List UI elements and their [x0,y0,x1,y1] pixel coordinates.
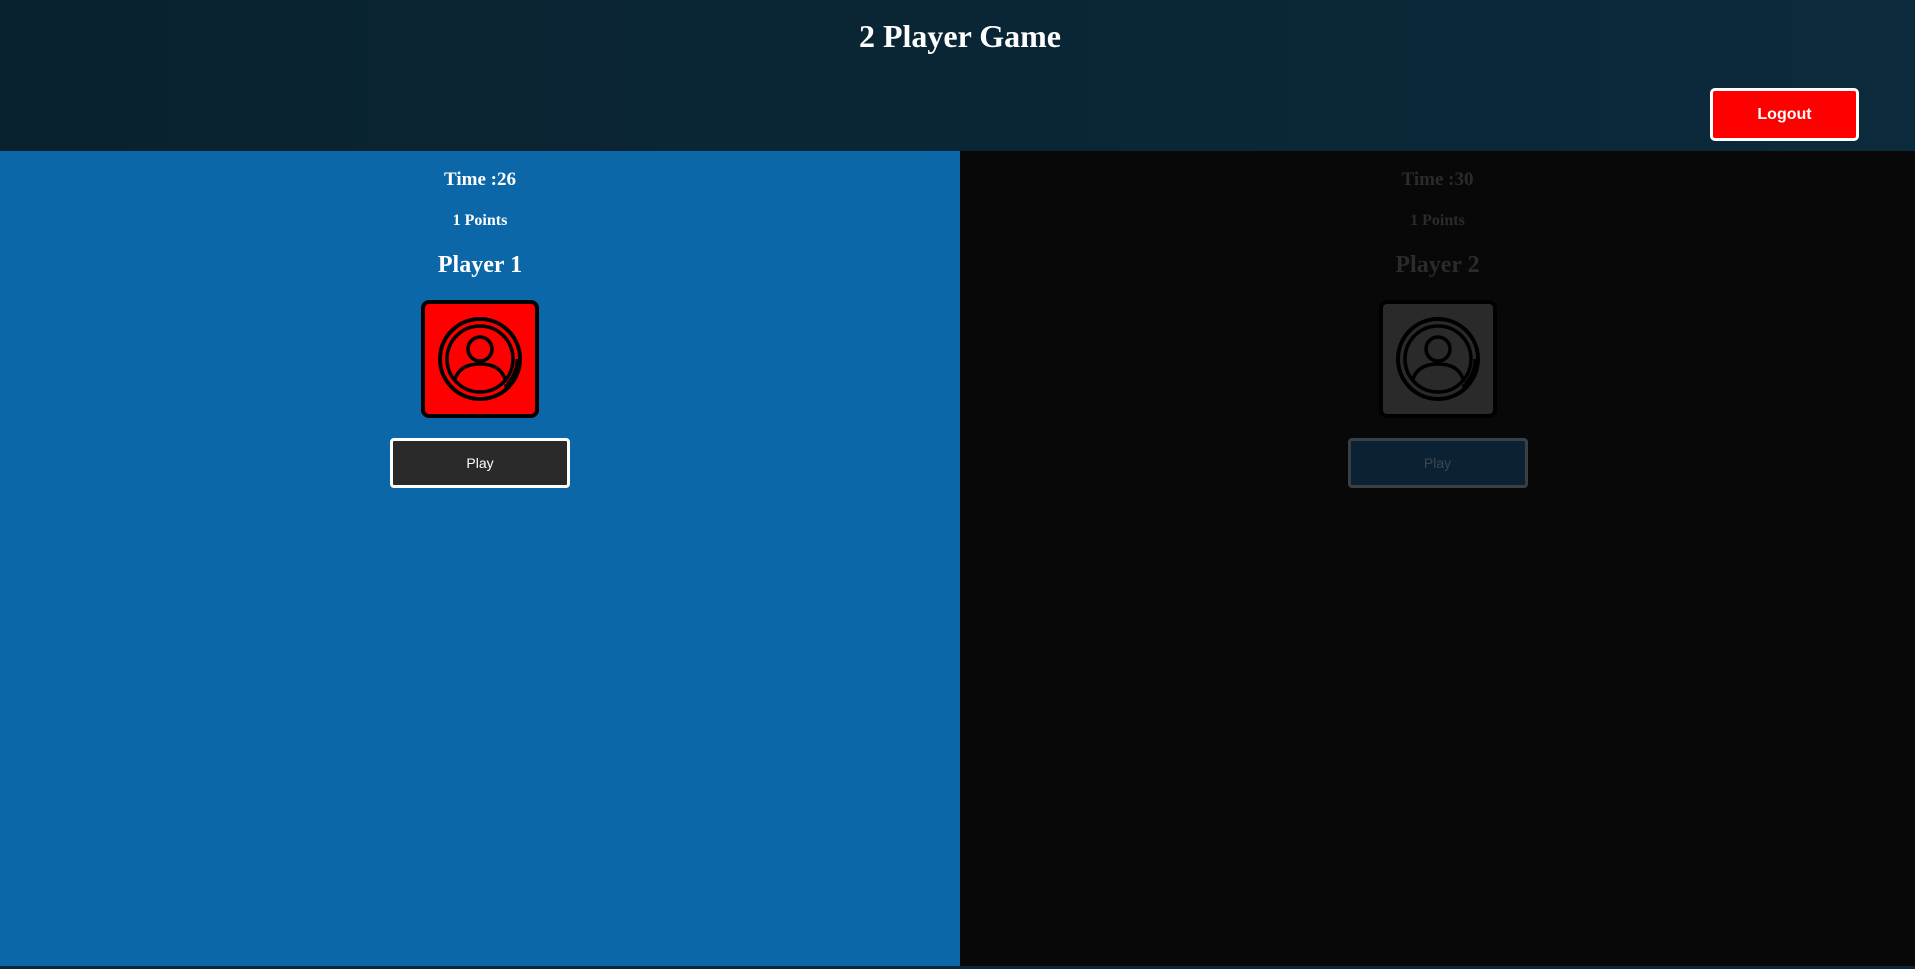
player-2-points: 1 Points [1410,212,1465,229]
player-1-name: Player 1 [437,252,523,278]
player-2-name: Player 2 [1395,252,1480,278]
user-circle-icon [1395,317,1480,401]
page-title: 2 Player Game [858,18,1061,54]
user-circle-icon [438,317,522,401]
player-1-timer: Time :26 [444,169,516,190]
player-2-panel: Time :30 1 Points Player 2 Play [960,151,1915,966]
player-1-play-button[interactable]: Play [390,438,570,488]
player-1-panel: Time :26 1 Points Player 1 Play [0,151,960,966]
app-header: 2 Player Game Logout [0,0,1915,151]
player-2-avatar [1378,300,1497,418]
player-2-play-button[interactable]: Play [1347,438,1528,488]
player-1-points: 1 Points [452,212,508,229]
player-1-avatar [421,300,539,418]
player-2-timer: Time :30 [1401,169,1474,190]
logout-button[interactable]: Logout [1710,88,1859,141]
